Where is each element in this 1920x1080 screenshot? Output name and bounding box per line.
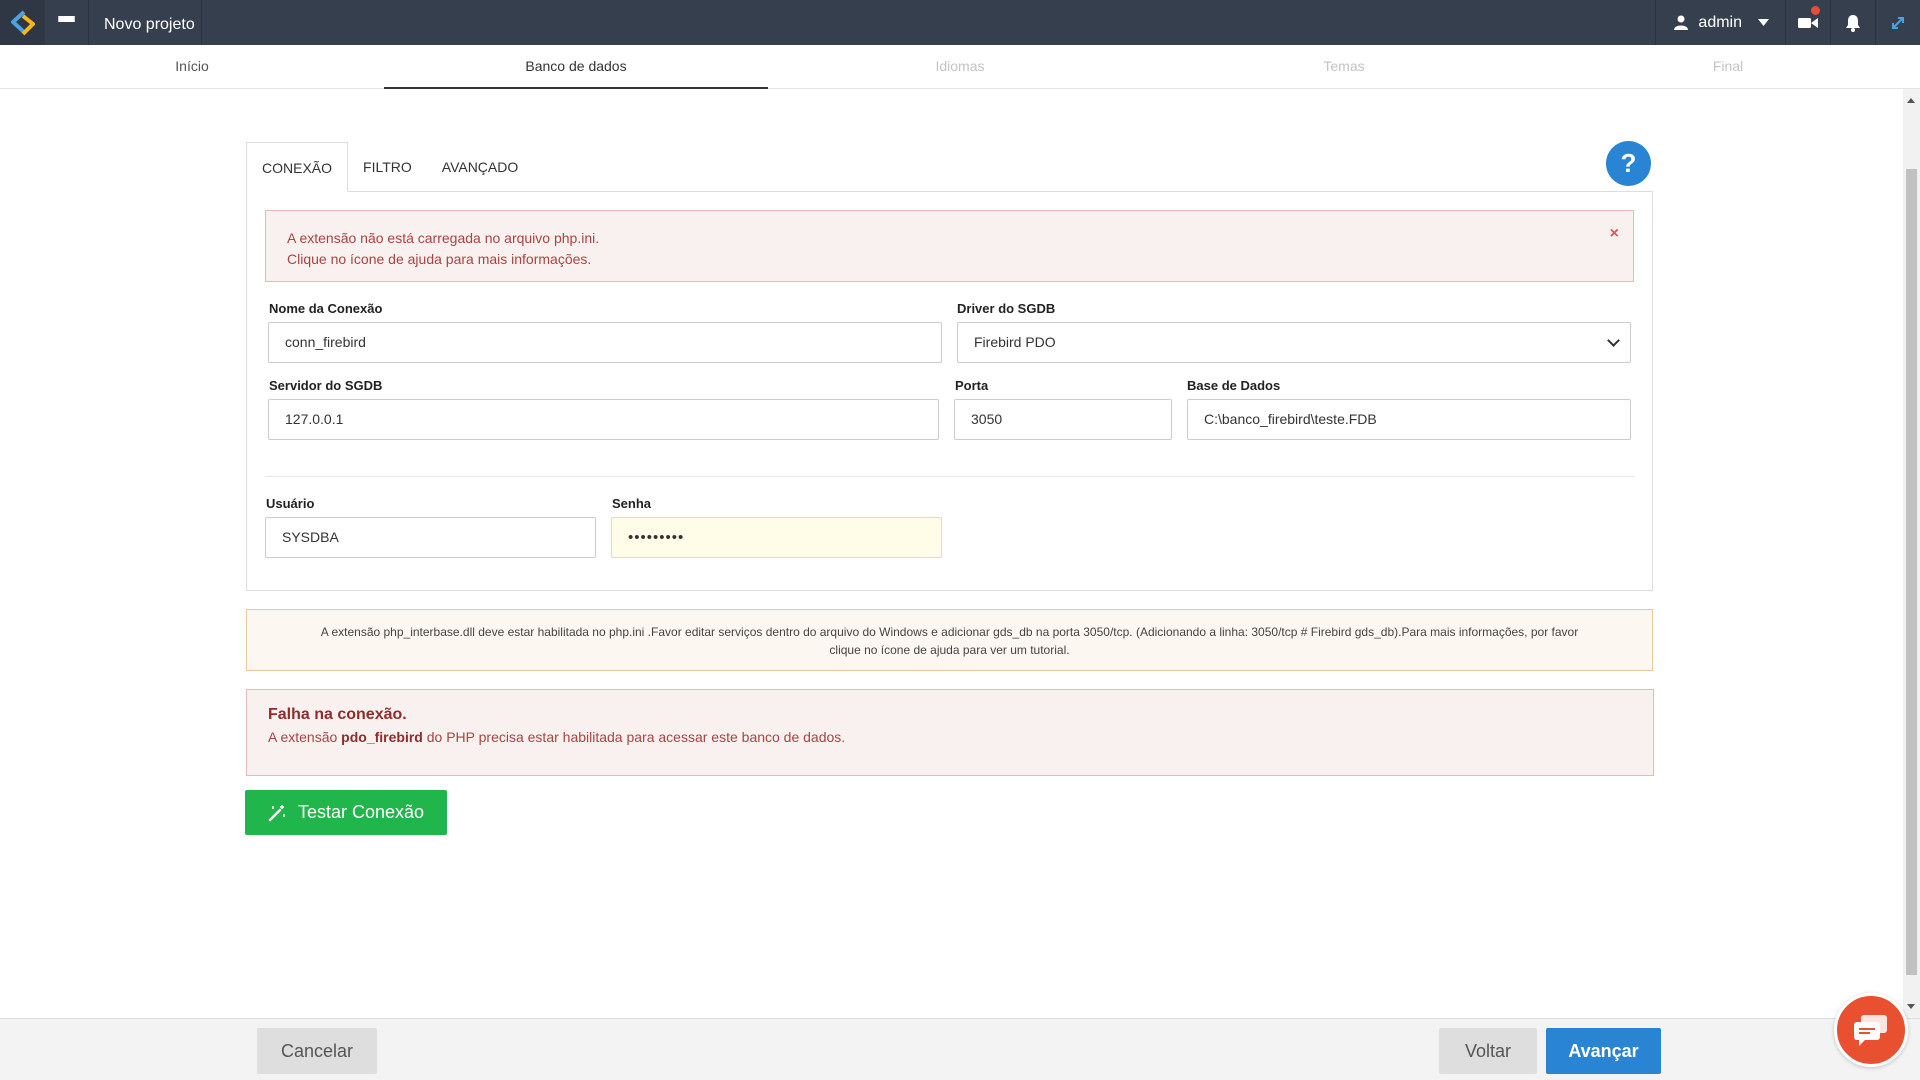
- user-label: Usuário: [266, 496, 315, 511]
- failure-extension-name: pdo_firebird: [341, 729, 423, 745]
- tabs: CONEXÃO FILTRO AVANÇADO: [246, 142, 533, 192]
- note-line-1: A extensão php_interbase.dll deve estar …: [320, 625, 1579, 639]
- password-input[interactable]: •••••••••: [611, 517, 942, 558]
- failure-suffix: do PHP precisa estar habilitada para ace…: [426, 729, 846, 745]
- server-input[interactable]: 127.0.0.1: [268, 399, 939, 440]
- hamburger-menu-icon[interactable]: [45, 0, 89, 45]
- video-icon[interactable]: [1785, 0, 1830, 45]
- failure-title: Falha na conexão.: [268, 706, 407, 723]
- step-final: Final: [1712, 58, 1744, 74]
- alert-line-2: Clique no ícone de ajuda para mais infor…: [287, 251, 592, 267]
- database-input[interactable]: C:\banco_firebird\teste.FDB: [1187, 399, 1631, 440]
- form-divider: [265, 476, 1634, 477]
- tab-avancado[interactable]: AVANÇADO: [427, 142, 534, 192]
- scroll-down-icon[interactable]: [1907, 1004, 1915, 1009]
- chevron-down-icon: [1607, 334, 1620, 347]
- user-input[interactable]: SYSDBA: [265, 517, 596, 558]
- port-input[interactable]: 3050: [954, 399, 1172, 440]
- user-name: admin: [1698, 13, 1742, 31]
- scroll-up-icon[interactable]: [1907, 98, 1915, 103]
- driver-selected-value: Firebird PDO: [974, 334, 1056, 350]
- tab-filtro[interactable]: FILTRO: [348, 142, 427, 192]
- test-connection-button[interactable]: Testar Conexão: [245, 790, 447, 835]
- bell-icon[interactable]: [1830, 0, 1875, 45]
- user-icon: [1674, 15, 1689, 30]
- driver-select[interactable]: Firebird PDO: [957, 322, 1631, 363]
- chat-icon[interactable]: [1834, 993, 1908, 1067]
- failure-prefix: A extensão: [268, 729, 338, 745]
- connection-name-label: Nome da Conexão: [269, 301, 383, 316]
- server-label: Servidor do SGDB: [269, 378, 383, 393]
- help-button[interactable]: ?: [1606, 141, 1651, 186]
- step-temas: Temas: [1323, 58, 1365, 74]
- test-connection-label: Testar Conexão: [297, 802, 425, 822]
- failure-description: A extensão pdo_firebird do PHP precisa e…: [268, 729, 1632, 745]
- note-line-2: clique no ícone de ajuda para ver um tut…: [829, 643, 1070, 657]
- step-banco-de-dados[interactable]: Banco de dados: [384, 45, 768, 89]
- extension-alert: A extensão não está carregada no arquivo…: [265, 210, 1634, 282]
- caret-down-icon: [1758, 19, 1769, 26]
- vertical-scrollbar[interactable]: [1903, 89, 1920, 1018]
- alert-line-1: A extensão não está carregada no arquivo…: [287, 230, 600, 246]
- extension-note: A extensão php_interbase.dll deve estar …: [246, 609, 1653, 671]
- close-icon[interactable]: ×: [1610, 223, 1619, 244]
- top-bar: Novo projeto admin: [0, 0, 1920, 45]
- step-idiomas: Idiomas: [935, 58, 985, 74]
- password-label: Senha: [612, 496, 652, 511]
- database-label: Base de Dados: [1187, 378, 1281, 393]
- connection-name-input[interactable]: conn_firebird: [268, 322, 942, 363]
- step-inicio[interactable]: Início: [0, 45, 384, 88]
- user-menu[interactable]: admin: [1655, 0, 1785, 45]
- scriptcase-logo-icon[interactable]: [0, 0, 45, 45]
- scroll-thumb[interactable]: [1906, 169, 1917, 975]
- next-button[interactable]: Avançar: [1546, 1028, 1661, 1074]
- wizard-steps: Início Banco de dados Idiomas Temas Fina…: [0, 45, 1920, 89]
- cancel-button[interactable]: Cancelar: [257, 1028, 377, 1074]
- notification-dot: [1811, 6, 1820, 15]
- connection-failure-alert: Falha na conexão. A extensão pdo_firebir…: [246, 689, 1654, 776]
- tab-conexao[interactable]: CONEXÃO: [246, 142, 349, 192]
- driver-label: Driver do SGDB: [957, 301, 1056, 316]
- port-label: Porta: [955, 378, 989, 393]
- back-button[interactable]: Voltar: [1439, 1028, 1537, 1074]
- project-title: Novo projeto: [90, 0, 202, 45]
- footer-bar: Cancelar Voltar Avançar: [0, 1018, 1920, 1080]
- magic-wand-icon: [268, 804, 285, 821]
- expand-icon[interactable]: [1875, 0, 1920, 45]
